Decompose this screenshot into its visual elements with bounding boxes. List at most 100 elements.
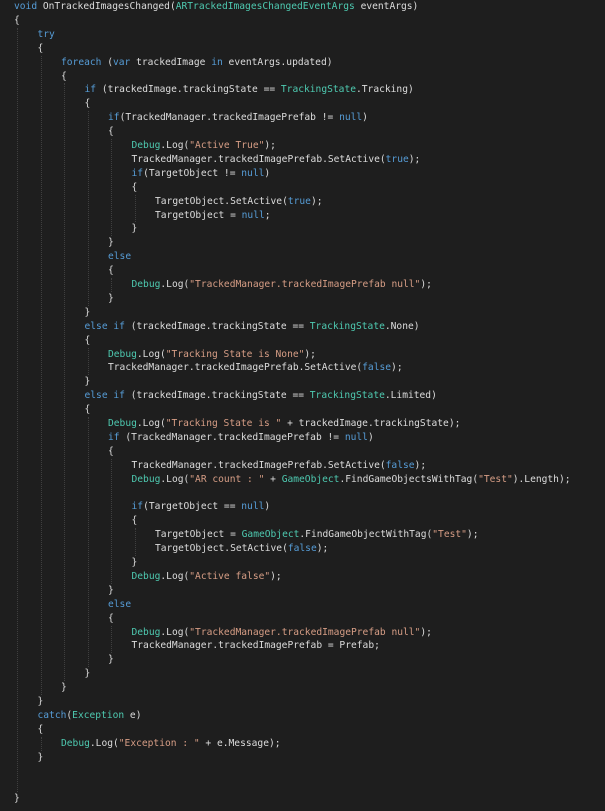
code-token: Debug: [108, 348, 137, 360]
code-token: eventArgs): [354, 1, 419, 12]
code-line[interactable]: else if (trackedImage.trackingState == T…: [85, 320, 420, 334]
code-line[interactable]: if (trackedImage.trackingState == Tracki…: [85, 83, 414, 97]
indent-guide: [111, 625, 112, 654]
code-token: false: [362, 362, 392, 374]
code-line[interactable]: if(TargetObject == null): [132, 500, 271, 514]
code-line[interactable]: }: [132, 556, 138, 570]
code-line[interactable]: TrackedManager.trackedImagePrefab.SetAct…: [132, 459, 427, 473]
code-line[interactable]: TrackedManager.trackedImagePrefab.SetAct…: [108, 361, 403, 375]
code-line[interactable]: }: [132, 222, 138, 236]
code-line[interactable]: Debug.Log("Exception : " + e.Message);: [61, 737, 281, 751]
code-line[interactable]: }: [38, 751, 44, 765]
code-token: TargetObject =: [155, 529, 242, 541]
code-line[interactable]: void OnTrackedImagesChanged(ARTrackedIma…: [14, 0, 418, 14]
code-line[interactable]: Debug.Log("TrackedManager.trackedImagePr…: [132, 278, 432, 292]
code-token: }: [37, 751, 44, 763]
code-line[interactable]: }: [61, 681, 67, 695]
code-token: null: [241, 209, 265, 221]
code-line[interactable]: Debug.Log("Active false");: [132, 570, 282, 584]
code-token: null: [339, 112, 363, 124]
code-token: catch: [37, 709, 67, 721]
code-line[interactable]: TargetObject = GameObject.FindGameObject…: [155, 528, 478, 542]
code-line[interactable]: TargetObject.SetActive(true);: [155, 195, 323, 209]
code-token: {: [84, 334, 91, 346]
code-token: );: [408, 153, 421, 165]
code-token: ;: [264, 209, 271, 221]
code-line[interactable]: {: [108, 612, 114, 626]
code-line[interactable]: {: [85, 97, 91, 111]
code-line[interactable]: {: [38, 42, 44, 56]
code-line[interactable]: Debug.Log("Tracking State is " + tracked…: [108, 417, 460, 431]
code-line[interactable]: }: [14, 792, 20, 806]
code-line[interactable]: else: [108, 250, 131, 264]
code-line[interactable]: Debug.Log("TrackedManager.trackedImagePr…: [132, 626, 432, 640]
code-token: {: [108, 265, 114, 277]
code-line[interactable]: try: [38, 28, 55, 42]
code-line[interactable]: Debug.Log("Tracking State is None");: [108, 348, 316, 362]
code-line[interactable]: else: [108, 598, 131, 612]
code-line[interactable]: {: [108, 445, 114, 459]
code-line[interactable]: foreach (var trackedImage in eventArgs.u…: [61, 56, 333, 70]
code-line[interactable]: }: [108, 584, 114, 598]
code-line[interactable]: else if (trackedImage.trackingState == T…: [85, 389, 437, 403]
code-token: ).Length);: [512, 473, 571, 485]
code-token: (: [101, 56, 113, 68]
code-token: + e.Message);: [199, 737, 281, 749]
code-token: Debug: [131, 626, 161, 638]
code-line[interactable]: TrackedManager.trackedImagePrefab.SetAct…: [132, 153, 421, 167]
indent-guide: [111, 278, 112, 292]
code-line[interactable]: }: [85, 375, 91, 389]
code-token: if: [108, 431, 120, 443]
code-token: Debug: [108, 418, 137, 429]
code-line[interactable]: {: [38, 723, 44, 737]
code-token: foreach: [61, 56, 102, 68]
indent-guide: [40, 736, 42, 751]
code-line[interactable]: Debug.Log("Active True");: [132, 139, 276, 153]
code-editor[interactable]: void OnTrackedImagesChanged(ARTrackedIma…: [0, 0, 605, 811]
code-token: .Log(: [160, 140, 190, 151]
code-line[interactable]: {: [14, 14, 20, 28]
code-line[interactable]: {: [108, 264, 114, 278]
code-token: .Log(: [160, 570, 190, 582]
code-line[interactable]: catch(Exception e): [38, 709, 142, 723]
code-token: "Active false": [189, 570, 271, 582]
code-line[interactable]: if (TrackedManager.trackedImagePrefab !=…: [108, 431, 374, 445]
code-line[interactable]: }: [38, 695, 44, 709]
code-token: }: [131, 557, 138, 568]
indent-guide: [111, 458, 112, 584]
code-token: {: [108, 445, 114, 457]
code-line[interactable]: {: [61, 70, 67, 84]
code-token: TrackedManager.trackedImagePrefab.SetAct…: [131, 459, 386, 471]
code-token: GameObject: [281, 473, 340, 485]
code-token: .Limited): [384, 390, 437, 402]
code-token: }: [108, 292, 114, 304]
code-line[interactable]: }: [108, 653, 114, 667]
code-line[interactable]: if(TrackedManager.trackedImagePrefab != …: [108, 111, 368, 125]
code-line[interactable]: {: [132, 514, 138, 528]
code-token: }: [84, 668, 91, 680]
code-line[interactable]: if(TargetObject != null): [132, 167, 271, 181]
code-token: }: [131, 223, 138, 235]
code-line[interactable]: }: [85, 306, 91, 320]
code-token: TrackingState: [309, 320, 385, 332]
code-line[interactable]: TrackedManager.trackedImagePrefab = Pref…: [132, 639, 380, 653]
code-token: "TrackedManager.trackedImagePrefab null": [189, 279, 421, 290]
code-line[interactable]: }: [108, 236, 114, 250]
code-token: .FindGameObjectsWithTag(: [339, 473, 479, 485]
code-token: TrackingState: [309, 390, 385, 402]
code-line[interactable]: {: [85, 334, 91, 348]
code-line[interactable]: {: [85, 403, 91, 417]
code-token: null: [241, 167, 265, 179]
code-line[interactable]: }: [108, 292, 114, 306]
code-token: e): [124, 709, 142, 721]
code-line[interactable]: {: [108, 125, 114, 139]
code-line[interactable]: TargetObject.SetActive(false);: [155, 542, 328, 556]
code-token: false: [287, 543, 317, 555]
code-line[interactable]: Debug.Log("AR count : " + GameObject.Fin…: [132, 473, 571, 487]
code-line[interactable]: {: [132, 181, 138, 195]
code-line[interactable]: }: [85, 667, 91, 681]
indent-guide: [64, 83, 65, 682]
code-token: "AR count : ": [189, 473, 265, 485]
code-line[interactable]: TargetObject = null;: [155, 209, 271, 223]
code-token: TrackedManager.trackedImagePrefab = Pref…: [131, 640, 380, 652]
